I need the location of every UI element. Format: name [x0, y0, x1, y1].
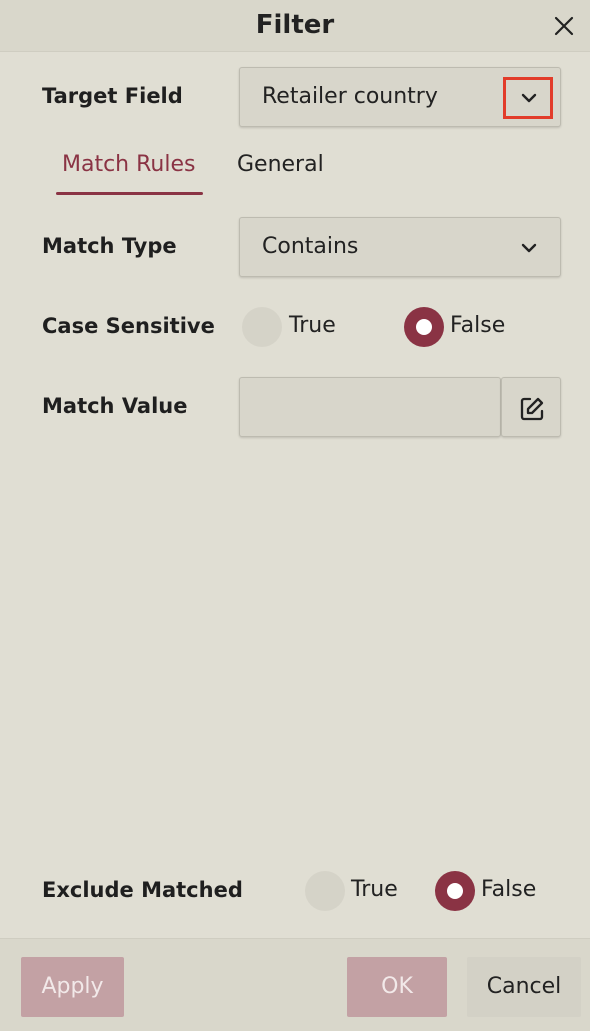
exclude-matched-true-label: True [351, 877, 398, 902]
exclude-matched-label: Exclude Matched [42, 878, 243, 902]
target-field-select[interactable]: Retailer country [239, 67, 561, 127]
match-type-label: Match Type [42, 234, 177, 258]
case-sensitive-false-label: False [450, 313, 506, 338]
dialog-title: Filter [255, 10, 335, 40]
exclude-matched-false-radio[interactable] [435, 871, 475, 911]
filter-dialog: Filter Target Field Retailer country Mat… [0, 0, 590, 1031]
active-tab-indicator [56, 192, 203, 195]
apply-button[interactable]: Apply [21, 957, 124, 1017]
close-icon[interactable] [552, 14, 576, 38]
exclude-matched-false-label: False [481, 877, 537, 902]
target-field-value: Retailer country [262, 84, 438, 109]
case-sensitive-label: Case Sensitive [42, 314, 215, 338]
case-sensitive-false-radio[interactable] [404, 307, 444, 347]
match-type-select[interactable]: Contains [239, 217, 561, 277]
chevron-down-icon[interactable] [520, 91, 538, 105]
case-sensitive-true-radio[interactable] [242, 307, 282, 347]
ok-button[interactable]: OK [347, 957, 447, 1017]
edit-icon [520, 397, 544, 421]
match-value-input[interactable] [239, 377, 501, 437]
tab-general[interactable]: General [237, 152, 324, 177]
exclude-matched-true-radio[interactable] [305, 871, 345, 911]
match-value-label: Match Value [42, 394, 188, 418]
edit-button[interactable] [501, 377, 561, 437]
tab-match-rules[interactable]: Match Rules [62, 152, 195, 177]
case-sensitive-true-label: True [289, 313, 336, 338]
cancel-button[interactable]: Cancel [467, 957, 581, 1017]
match-type-value: Contains [262, 234, 359, 259]
chevron-down-icon[interactable] [520, 241, 538, 255]
target-field-label: Target Field [42, 84, 183, 108]
dialog-titlebar: Filter [0, 0, 590, 52]
